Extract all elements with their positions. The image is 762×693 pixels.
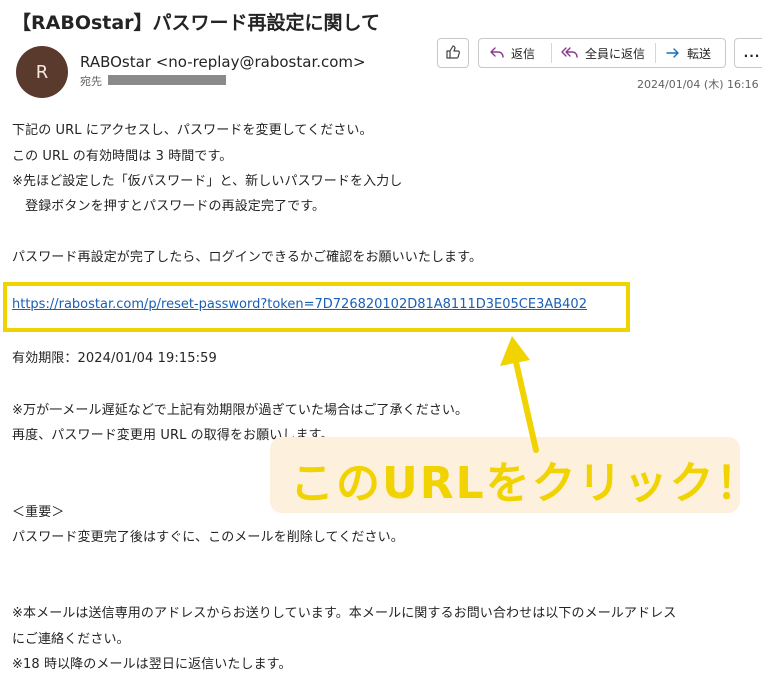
- important-heading: ＜重要＞: [12, 505, 65, 520]
- reset-password-link[interactable]: https://rabostar.com/p/reset-password?to…: [12, 297, 587, 312]
- more-dots-icon: ...: [743, 46, 761, 60]
- reply-actions-group: 返信 全員に返信 転送: [478, 38, 726, 68]
- callout-text: このURLをクリック！: [290, 458, 762, 509]
- reply-label: 返信: [511, 46, 536, 61]
- forward-button[interactable]: 転送: [665, 39, 711, 67]
- thumbs-up-icon: [445, 44, 461, 63]
- reply-button[interactable]: 返信: [489, 39, 535, 67]
- email-subject: 【RABOstar】パスワード再設定に関して: [12, 12, 380, 34]
- recipient-redacted: [108, 75, 226, 85]
- forward-arrow-icon: [665, 46, 681, 60]
- reply-icon: [489, 46, 505, 60]
- body-text: にご連絡ください。: [12, 632, 130, 647]
- body-text: ※本メールは送信専用のアドレスからお送りしています。本メールに関するお問い合わせ…: [12, 606, 677, 621]
- more-actions-button[interactable]: ...: [734, 38, 762, 68]
- body-text: ※先ほど設定した「仮パスワード」と、新しいパスワードを入力し: [12, 174, 403, 189]
- body-text: ※万が一メール遅延などで上記有効期限が過ぎていた場合はご了承ください。: [12, 403, 469, 418]
- body-text: パスワード変更完了後はすぐに、このメールを削除してください。: [12, 530, 404, 545]
- recipient-label: 宛先: [80, 75, 102, 88]
- forward-label: 転送: [687, 46, 712, 61]
- reply-all-label: 全員に返信: [585, 46, 646, 61]
- body-text: 登録ボタンを押すとパスワードの再設定完了です。: [12, 199, 326, 214]
- body-text: 下記の URL にアクセスし、パスワードを変更してください。: [12, 123, 373, 138]
- body-text: パスワード再設定が完了したら、ログインできるかご確認をお願いいたします。: [12, 250, 483, 265]
- reply-all-button[interactable]: 全員に返信: [561, 39, 645, 67]
- expiry-text: 有効期限：2024/01/04 19:15:59: [12, 351, 217, 366]
- message-toolbar: 返信 全員に返信 転送 ...: [0, 38, 762, 72]
- reply-all-icon: [561, 46, 579, 60]
- sent-date: 2024/01/04 (木) 16:16: [637, 78, 759, 91]
- body-text: ※18 時以降のメールは翌日に返信いたします。: [12, 657, 292, 672]
- body-text: この URL の有効時間は 3 時間です。: [12, 149, 233, 164]
- like-button[interactable]: [437, 38, 469, 68]
